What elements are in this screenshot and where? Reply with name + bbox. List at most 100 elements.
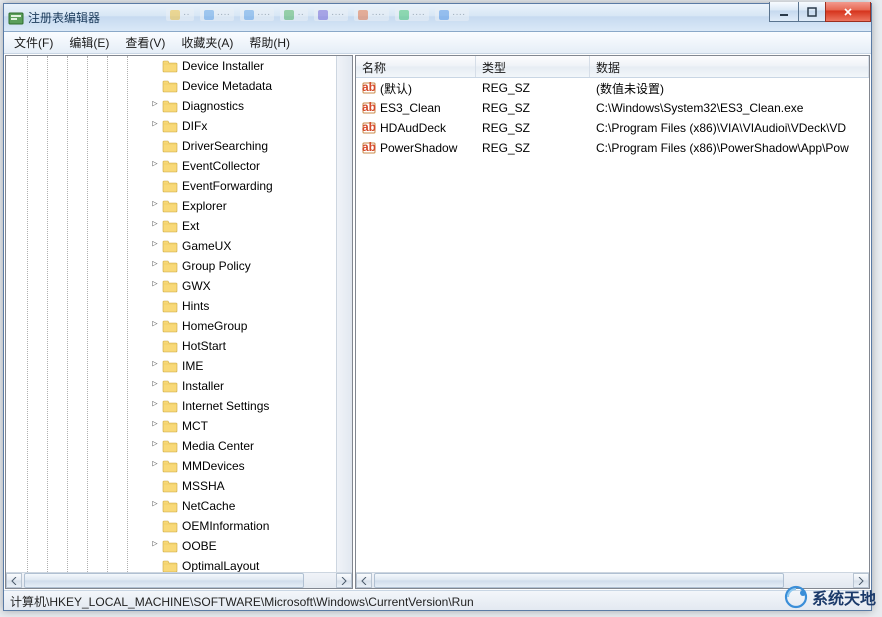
value-name: PowerShadow [380, 141, 457, 155]
tree-item-label: Internet Settings [182, 399, 269, 413]
regedit-window: 注册表编辑器 ·· ···· ···· ·· ···· ···· ···· ··… [3, 3, 872, 611]
close-button[interactable] [825, 2, 871, 22]
tree-item[interactable]: ▷Diagnostics [18, 96, 336, 116]
tree-item-label: MSSHA [182, 479, 225, 493]
tree-item[interactable]: ▷OOBE [18, 536, 336, 556]
menu-favorites[interactable]: 收藏夹(A) [173, 32, 241, 53]
tree-item[interactable]: Hints [18, 296, 336, 316]
tree-item[interactable]: ▷DIFx [18, 116, 336, 136]
tree-item[interactable]: MSSHA [18, 476, 336, 496]
value-row[interactable]: abES3_CleanREG_SZC:\Windows\System32\ES3… [356, 98, 869, 118]
value-row[interactable]: ab(默认)REG_SZ(数值未设置) [356, 78, 869, 98]
tree-item[interactable]: ▷MMDevices [18, 456, 336, 476]
folder-icon [162, 499, 178, 513]
tree-item-label: NetCache [182, 499, 235, 513]
tree-item-label: HomeGroup [182, 319, 247, 333]
expand-toggle[interactable]: ▷ [150, 281, 161, 292]
tree-item-label: Device Metadata [182, 79, 272, 93]
tree-item-label: Media Center [182, 439, 254, 453]
expand-toggle[interactable]: ▷ [150, 121, 161, 132]
scroll-thumb[interactable] [24, 573, 304, 588]
folder-icon [162, 519, 178, 533]
tree-item[interactable]: Device Metadata [18, 76, 336, 96]
expand-toggle[interactable]: ▷ [150, 101, 161, 112]
scroll-right-button[interactable] [336, 573, 352, 588]
expand-toggle[interactable]: ▷ [150, 441, 161, 452]
minimize-button[interactable] [769, 2, 799, 22]
background-tabs: ·· ···· ···· ·· ···· ···· ···· ···· [166, 8, 469, 21]
expand-toggle[interactable]: ▷ [150, 501, 161, 512]
tree-item[interactable]: Device Installer [18, 56, 336, 76]
tree-item[interactable]: ▷ HomeGroup [18, 316, 336, 336]
status-path: 计算机\HKEY_LOCAL_MACHINE\SOFTWARE\Microsof… [10, 595, 474, 609]
expand-toggle[interactable]: ▷ [150, 401, 161, 412]
tree-item[interactable]: EventForwarding [18, 176, 336, 196]
folder-icon [162, 99, 178, 113]
scroll-left-button[interactable] [6, 573, 22, 588]
menu-file[interactable]: 文件(F) [6, 32, 61, 53]
folder-icon [162, 279, 178, 293]
tree-item-label: HotStart [182, 339, 226, 353]
value-row[interactable]: abHDAudDeckREG_SZC:\Program Files (x86)\… [356, 118, 869, 138]
titlebar[interactable]: 注册表编辑器 ·· ···· ···· ·· ···· ···· ···· ··… [4, 4, 871, 32]
expand-toggle[interactable]: ▷ [150, 221, 161, 232]
tree-item[interactable]: ▷MCT [18, 416, 336, 436]
column-type[interactable]: 类型 [476, 56, 590, 77]
expand-toggle[interactable]: ▷ [150, 241, 161, 252]
expand-toggle[interactable]: ▷ [150, 201, 161, 212]
maximize-button[interactable] [798, 2, 826, 22]
tree-item[interactable]: ▷IME [18, 356, 336, 376]
value-type: REG_SZ [476, 81, 590, 95]
tree-vertical-scrollbar[interactable] [336, 56, 352, 572]
registry-tree[interactable]: Device Installer Device Metadata ▷Diagnost… [6, 56, 336, 572]
folder-icon [162, 199, 178, 213]
folder-icon [162, 219, 178, 233]
menu-help[interactable]: 帮助(H) [241, 32, 298, 53]
menu-edit[interactable]: 编辑(E) [61, 32, 117, 53]
column-name[interactable]: 名称 [356, 56, 476, 77]
expand-toggle[interactable]: ▷ [150, 381, 161, 392]
tree-item[interactable]: ▷Group Policy [18, 256, 336, 276]
folder-icon [162, 419, 178, 433]
expand-toggle[interactable]: ▷ [150, 541, 161, 552]
tree-item-label: Hints [182, 299, 209, 313]
expand-toggle[interactable]: ▷ [150, 421, 161, 432]
string-value-icon: ab [362, 141, 376, 155]
tree-item[interactable]: HotStart [18, 336, 336, 356]
expand-toggle[interactable]: ▷ [150, 261, 161, 272]
tree-item[interactable]: ▷ NetCache [18, 496, 336, 516]
expand-toggle[interactable]: ▷ [150, 361, 161, 372]
tree-item-label: Explorer [182, 199, 227, 213]
scroll-left-button[interactable] [356, 573, 372, 588]
tree-item[interactable]: ▷Ext [18, 216, 336, 236]
tree-item[interactable]: ▷ Media Center [18, 436, 336, 456]
values-list[interactable]: ab(默认)REG_SZ(数值未设置)abES3_CleanREG_SZC:\W… [356, 78, 869, 572]
tree-item[interactable]: OEMInformation [18, 516, 336, 536]
expand-toggle[interactable]: ▷ [150, 461, 161, 472]
value-name: ES3_Clean [380, 101, 441, 115]
tree-item[interactable]: ▷ Internet Settings [18, 396, 336, 416]
tree-item[interactable]: ▷GWX [18, 276, 336, 296]
folder-icon [162, 299, 178, 313]
folder-icon [162, 359, 178, 373]
tree-item-label: Device Installer [182, 59, 264, 73]
tree-pane: Device Installer Device Metadata ▷Diagnost… [5, 55, 353, 589]
tree-horizontal-scrollbar[interactable] [6, 572, 352, 588]
window-controls [770, 2, 871, 22]
tree-item[interactable]: ▷GameUX [18, 236, 336, 256]
folder-icon [162, 559, 178, 572]
tree-item[interactable]: ▷EventCollector [18, 156, 336, 176]
menu-view[interactable]: 查看(V) [117, 32, 173, 53]
expand-toggle[interactable]: ▷ [150, 321, 161, 332]
folder-icon [162, 239, 178, 253]
scroll-thumb[interactable] [374, 573, 784, 588]
expand-toggle[interactable]: ▷ [150, 161, 161, 172]
column-data[interactable]: 数据 [590, 56, 869, 77]
values-pane: 名称 类型 数据 ab(默认)REG_SZ(数值未设置)abES3_CleanR… [355, 55, 870, 589]
tree-item[interactable]: DriverSearching [18, 136, 336, 156]
tree-item[interactable]: OptimalLayout [18, 556, 336, 572]
value-row[interactable]: abPowerShadowREG_SZC:\Program Files (x86… [356, 138, 869, 158]
list-header[interactable]: 名称 类型 数据 [356, 56, 869, 78]
tree-item[interactable]: ▷Installer [18, 376, 336, 396]
tree-item[interactable]: ▷ Explorer [18, 196, 336, 216]
